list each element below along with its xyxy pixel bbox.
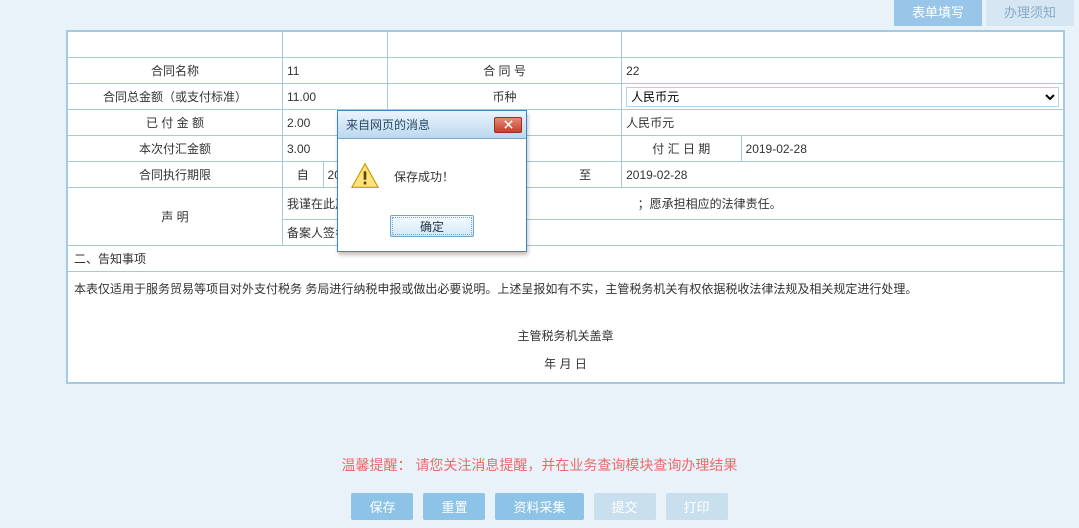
save-button[interactable]: 保存 — [351, 493, 413, 520]
form-area: 合同名称 11 合 同 号 22 合同总金额（或支付标准） 11.00 币种 人… — [66, 30, 1065, 384]
stamp-org: 主管税务机关盖章 — [74, 322, 1057, 350]
warning-icon — [350, 161, 380, 191]
label-pay-date: 付 汇 日 期 — [622, 136, 741, 162]
label-contract-no: 合 同 号 — [388, 58, 622, 84]
label-from: 自 — [282, 162, 323, 188]
stamp-date: 年 月 日 — [74, 350, 1057, 378]
row-paid: 已 付 金 额 2.00 币种 人民币元 — [68, 110, 1064, 136]
row-this-pay: 本次付汇金额 3.00 币种 人民币元 付 汇 日 期 2019-02-28 — [68, 136, 1064, 162]
label-this-amount: 本次付汇金额 — [68, 136, 283, 162]
alert-dialog: 来自网页的消息 保存成功！ 确定 — [337, 110, 527, 252]
value-contract-name: 11 — [282, 58, 387, 84]
section-2-header: 二、告知事项 — [67, 246, 1064, 272]
value-to-date: 2019-02-28 — [622, 162, 1064, 188]
collect-button[interactable]: 资料采集 — [495, 493, 583, 520]
dialog-title: 来自网页的消息 — [346, 116, 430, 133]
section-2-paragraph: 本表仅适用于服务贸易等项目对外支付税务 务局进行纳税申报或做出必要说明。上述呈报… — [74, 278, 1057, 300]
row-declaration: 声 明 我谨在此声明： ；愿承担相应的法律责任。 — [68, 188, 1064, 220]
label-declaration: 声 明 — [68, 188, 283, 246]
tab-notice[interactable]: 办理须知 — [986, 0, 1074, 26]
row-total: 合同总金额（或支付标准） 11.00 币种 人民币元 — [68, 84, 1064, 110]
reset-button[interactable]: 重置 — [423, 493, 485, 520]
dialog-message: 保存成功！ — [394, 168, 454, 185]
tab-form[interactable]: 表单填写 — [894, 0, 982, 26]
print-button[interactable]: 打印 — [666, 493, 728, 520]
row-empty — [68, 32, 1064, 58]
value-pay-date: 2019-02-28 — [741, 136, 1063, 162]
cell-currency-1: 人民币元 — [622, 84, 1064, 110]
tip-label: 温馨提醒： — [342, 457, 412, 473]
value-contract-no: 22 — [622, 58, 1064, 84]
label-paid-amount: 已 付 金 额 — [68, 110, 283, 136]
tip-text: 请您关注消息提醒，并在业务查询模块查询办理结果 — [415, 457, 737, 473]
label-contract-name: 合同名称 — [68, 58, 283, 84]
section-2-body: 本表仅适用于服务贸易等项目对外支付税务 务局进行纳税申报或做出必要说明。上述呈报… — [67, 272, 1064, 383]
row-period: 合同执行期限 自 2019-02- 至 2019-02-28 — [68, 162, 1064, 188]
label-currency-1: 币种 — [388, 84, 622, 110]
row-contract-name: 合同名称 11 合 同 号 22 — [68, 58, 1064, 84]
submit-button[interactable]: 提交 — [594, 493, 656, 520]
decl-posttext: ；愿承担相应的法律责任。 — [638, 197, 782, 211]
value-total-amount: 11.00 — [282, 84, 387, 110]
label-total-amount: 合同总金额（或支付标准） — [68, 84, 283, 110]
footer: 温馨提醒： 请您关注消息提醒，并在业务查询模块查询办理结果 保存 重置 资料采集… — [0, 455, 1079, 528]
value-currency-2: 人民币元 — [622, 110, 1064, 136]
ok-button[interactable]: 确定 — [390, 215, 474, 237]
select-currency-1[interactable]: 人民币元 — [626, 87, 1059, 107]
label-period: 合同执行期限 — [68, 162, 283, 188]
close-icon[interactable] — [494, 117, 522, 133]
